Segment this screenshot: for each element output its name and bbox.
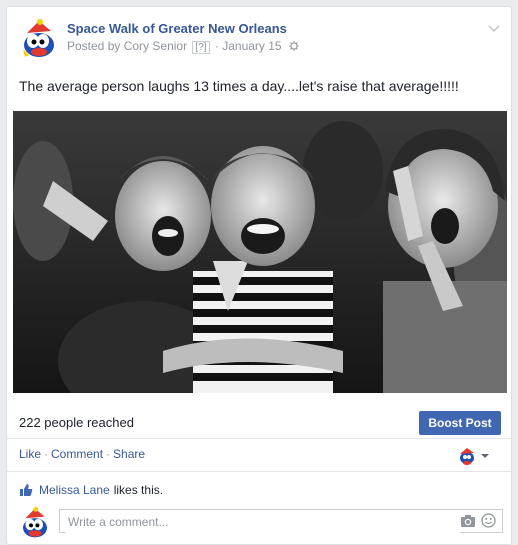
post-text: The average person laughs 13 times a day… xyxy=(19,78,459,94)
page-name-link[interactable]: Space Walk of Greater New Orleans xyxy=(67,21,287,36)
post-card: Space Walk of Greater New Orleans Posted… xyxy=(6,6,512,545)
meta-separator: · xyxy=(214,39,219,53)
author-link[interactable]: Cory Senior xyxy=(124,39,187,53)
chevron-down-icon xyxy=(481,454,489,458)
divider xyxy=(7,471,511,472)
liker-name-link[interactable]: Melissa Lane xyxy=(39,483,110,497)
comment-composer xyxy=(19,507,503,539)
post-photo[interactable] xyxy=(13,111,507,393)
commenter-avatar xyxy=(19,507,51,539)
post-header: Space Walk of Greater New Orleans Posted… xyxy=(19,17,501,65)
comment-input-box[interactable] xyxy=(59,509,503,533)
posted-by-prefix: Posted by xyxy=(67,39,121,53)
comment-link[interactable]: Comment xyxy=(51,447,103,461)
insights-row: 222 people reached Boost Post xyxy=(19,411,501,437)
likes-suffix: likes this. xyxy=(113,483,164,497)
post-actions: Like · Comment · Share xyxy=(19,447,495,467)
smiley-icon[interactable] xyxy=(481,513,496,528)
post-date-link[interactable]: January 15 xyxy=(222,39,281,53)
likes-summary: Melissa Lane likes this. xyxy=(19,483,163,497)
page-avatar[interactable] xyxy=(19,19,59,59)
help-link[interactable]: [?] xyxy=(192,41,210,54)
post-as-selector[interactable] xyxy=(455,447,495,465)
chevron-down-icon[interactable] xyxy=(487,21,501,35)
share-link[interactable]: Share xyxy=(113,447,145,461)
separator-dot: · xyxy=(44,447,49,461)
comment-input[interactable] xyxy=(66,511,460,533)
separator-dot: · xyxy=(106,447,111,461)
boost-post-button[interactable]: Boost Post xyxy=(419,411,501,435)
reach-text[interactable]: 222 people reached xyxy=(19,415,134,430)
globe-icon[interactable] xyxy=(288,41,299,51)
like-link[interactable]: Like xyxy=(19,447,41,461)
post-meta: Posted by Cory Senior [?] · January 15 xyxy=(67,39,299,54)
avatar-logo-icon xyxy=(460,448,474,465)
divider xyxy=(7,438,511,439)
camera-icon[interactable] xyxy=(460,514,476,528)
laughing-children-photo xyxy=(13,111,507,393)
thumbs-up-icon xyxy=(20,484,33,496)
